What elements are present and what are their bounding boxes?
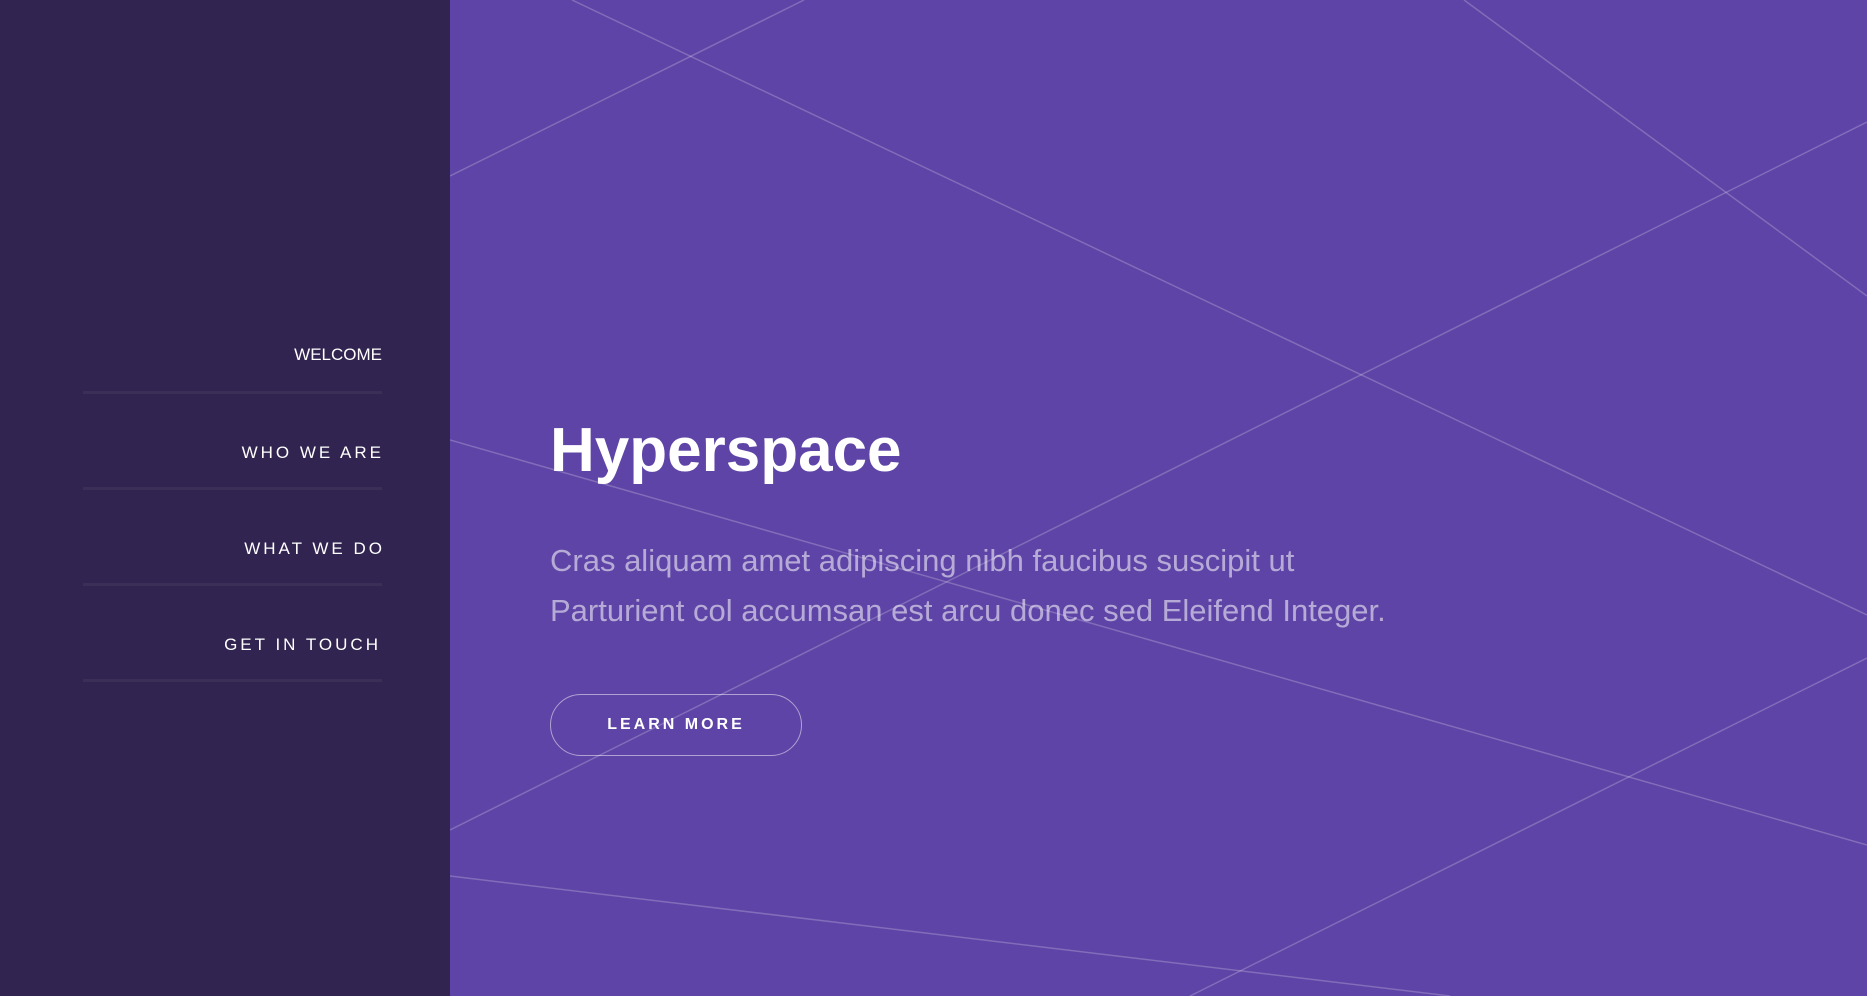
bg-line (450, 875, 1451, 996)
nav-item-label: WELCOME (294, 345, 382, 364)
hero-content: Hyperspace Cras aliquam amet adipiscing … (550, 415, 1450, 756)
bg-line (1463, 0, 1867, 297)
nav-item-get-in-touch[interactable]: GET IN TOUCH (83, 586, 382, 682)
nav-item-label: GET IN TOUCH (224, 635, 381, 654)
nav-item-who-we-are[interactable]: WHO WE ARE (83, 394, 382, 490)
nav-item-what-we-do[interactable]: WHAT WE DO (83, 490, 382, 586)
sidebar: WELCOME WHO WE ARE WHAT WE DO GET IN TOU… (0, 0, 450, 996)
main-hero: Hyperspace Cras aliquam amet adipiscing … (450, 0, 1867, 996)
sidebar-nav: WELCOME WHO WE ARE WHAT WE DO GET IN TOU… (83, 330, 382, 682)
nav-item-welcome[interactable]: WELCOME (83, 330, 382, 394)
nav-item-label: WHO WE ARE (241, 443, 384, 462)
page-title: Hyperspace (550, 416, 902, 485)
nav-item-label: WHAT WE DO (244, 539, 385, 558)
learn-more-button[interactable]: LEARN MORE (550, 694, 802, 756)
page: WELCOME WHO WE ARE WHAT WE DO GET IN TOU… (0, 0, 1867, 996)
hero-description: Cras aliquam amet adipiscing nibh faucib… (550, 543, 1386, 628)
